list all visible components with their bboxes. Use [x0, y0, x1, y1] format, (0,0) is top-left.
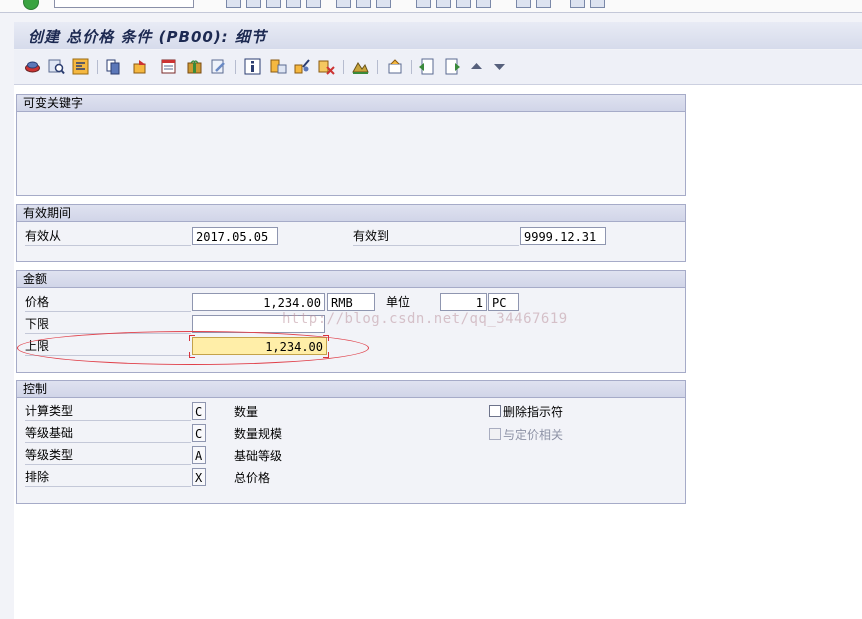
- amount-title: 金额: [17, 271, 685, 288]
- change-icon[interactable]: [210, 58, 227, 75]
- delete-indicator-checkbox[interactable]: 删除指示符: [489, 404, 563, 420]
- info-icon[interactable]: [244, 58, 261, 75]
- selection-corner: [189, 352, 195, 358]
- control-row-desc: 数量规模: [234, 427, 283, 441]
- control-title: 控制: [17, 381, 685, 398]
- control-row-label: 等级类型: [25, 445, 191, 465]
- price-label: 价格: [25, 292, 191, 312]
- control-group: 控制 计算类型 C 数量 等级基础 C 数量规模 等级类型 A 基础等级 排除 …: [16, 380, 686, 504]
- next-page-icon[interactable]: [444, 58, 461, 75]
- control-row-code[interactable]: A: [192, 446, 206, 464]
- prev-icon[interactable]: [436, 0, 451, 8]
- help-icon[interactable]: [570, 0, 585, 8]
- arrow-up-icon[interactable]: [468, 58, 485, 75]
- application-toolbar: [14, 50, 862, 85]
- currency-field[interactable]: RMB: [327, 293, 375, 311]
- arrow-down-icon[interactable]: [491, 58, 508, 75]
- title-bar: 创建 总价格 条件 (PB00): 细节: [14, 22, 862, 49]
- additional-data-icon[interactable]: [132, 58, 149, 75]
- unit-qty-field[interactable]: 1: [440, 293, 487, 311]
- back-icon[interactable]: [246, 0, 261, 8]
- first-page-icon[interactable]: [416, 0, 431, 8]
- vakey-icon[interactable]: [270, 58, 287, 75]
- valid-from-field[interactable]: 2017.05.05: [192, 227, 278, 245]
- condition-records-icon[interactable]: [72, 58, 89, 75]
- valid-from-label: 有效从: [25, 226, 191, 246]
- delete-indicator-label: 删除指示符: [503, 405, 564, 419]
- find-icon[interactable]: [48, 58, 65, 75]
- cancel2-icon[interactable]: [306, 0, 321, 8]
- valid-to-field[interactable]: 9999.12.31: [520, 227, 606, 245]
- find-icon[interactable]: [356, 0, 371, 8]
- unit-label: 单位: [386, 295, 411, 309]
- command-field[interactable]: [54, 0, 194, 8]
- unit-uom-field[interactable]: PC: [488, 293, 519, 311]
- save-icon[interactable]: [226, 0, 241, 8]
- exit-icon[interactable]: [266, 0, 281, 8]
- control-row-code[interactable]: C: [192, 402, 206, 420]
- condition-header-icon[interactable]: [24, 58, 41, 75]
- new-session-icon[interactable]: [516, 0, 531, 8]
- overview-icon[interactable]: [352, 58, 369, 75]
- pricing-icon[interactable]: [386, 58, 403, 75]
- selection-corner: [323, 352, 329, 358]
- control-row-label: 等级基础: [25, 423, 191, 443]
- control-row-desc: 基础等级: [234, 449, 283, 463]
- pricing-relevant-checkbox: 与定价相关: [489, 427, 563, 443]
- system-toolbar: [0, 0, 862, 13]
- variable-key-title: 可变关键字: [17, 95, 685, 112]
- print-icon[interactable]: [336, 0, 351, 8]
- pricing-relevant-label: 与定价相关: [503, 428, 564, 442]
- layout-icon[interactable]: [590, 0, 605, 8]
- page-title: 创建 总价格 条件 (PB00): 细节: [28, 28, 267, 46]
- enter-icon[interactable]: [23, 0, 39, 10]
- valid-to-label: 有效到: [353, 226, 519, 246]
- delete-icon[interactable]: [318, 58, 335, 75]
- control-row-code[interactable]: X: [192, 468, 206, 486]
- last-page-icon[interactable]: [476, 0, 491, 8]
- watermark: http://blog.csdn.net/qq_34467619: [282, 311, 568, 327]
- variable-key-group: 可变关键字: [16, 94, 686, 196]
- shortcut-icon[interactable]: [536, 0, 551, 8]
- selection-corner: [189, 335, 195, 341]
- next-icon[interactable]: [456, 0, 471, 8]
- price-field[interactable]: 1,234.00: [192, 293, 325, 311]
- checkbox-box: [489, 428, 501, 440]
- find-next-icon[interactable]: [376, 0, 391, 8]
- validity-group: 有效期间 有效从 2017.05.05 有效到 9999.12.31: [16, 204, 686, 262]
- texts-icon[interactable]: [186, 58, 203, 75]
- cancel-icon[interactable]: [286, 0, 301, 8]
- control-row-code[interactable]: C: [192, 424, 206, 442]
- scales-icon[interactable]: [106, 58, 123, 75]
- control-row-label: 排除: [25, 467, 191, 487]
- copy-icon[interactable]: [294, 58, 311, 75]
- control-row-desc: 数量: [234, 405, 259, 419]
- prev-page-icon[interactable]: [418, 58, 435, 75]
- selection-corner: [323, 335, 329, 341]
- validity-title: 有效期间: [17, 205, 685, 222]
- checkbox-box[interactable]: [489, 405, 501, 417]
- details-icon[interactable]: [160, 58, 177, 75]
- control-row-desc: 总价格: [234, 471, 271, 485]
- control-row-label: 计算类型: [25, 401, 191, 421]
